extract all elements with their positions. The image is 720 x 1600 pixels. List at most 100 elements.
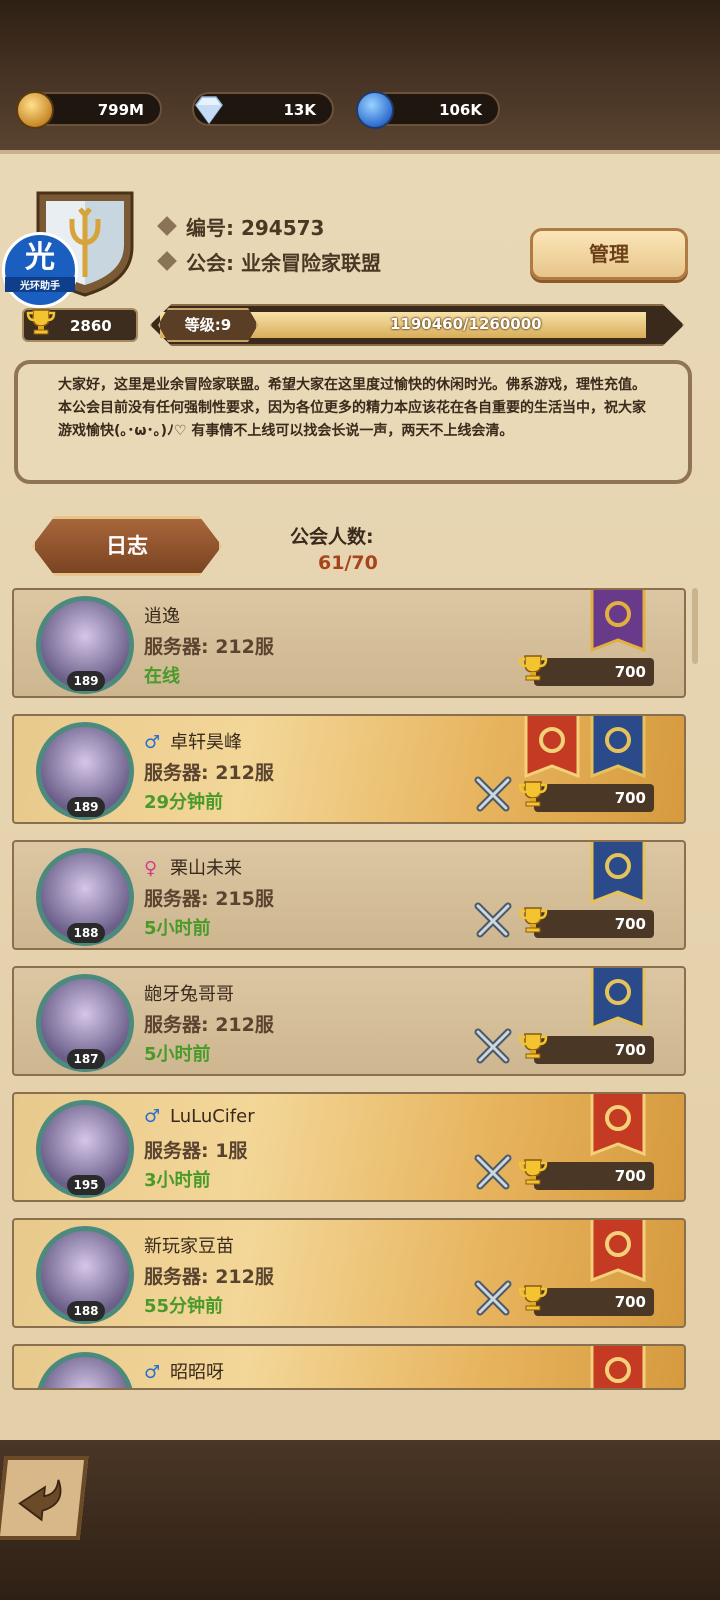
back-arrow-icon [18, 1479, 62, 1522]
member-name: ♂ 昭昭呀 [144, 1362, 224, 1383]
manage-button[interactable]: 管理 [530, 228, 688, 280]
member-trophy-box: 700 [518, 907, 654, 938]
guild-level-bar: 等级:9 1190460/1260000 [150, 304, 684, 346]
member-card[interactable]: 189 逍逸 服务器: 212服 在线 700 [12, 588, 686, 698]
gold-coin-icon [16, 91, 54, 129]
diamond-resource[interactable]: 13K [192, 92, 334, 126]
scrollbar[interactable] [692, 588, 698, 664]
diamond-value: 13K [283, 101, 317, 119]
watermark-badge: 光 光环助手 [2, 232, 78, 308]
male-icon: ♂ [144, 1362, 161, 1383]
member-trophy-value: 700 [614, 1293, 646, 1311]
member-card[interactable]: 188 ♀ 栗山未来服务器: 215服 5小时前 700 [12, 840, 686, 950]
member-name: ♂ 卓轩昊峰 [144, 732, 242, 753]
member-trophy-value: 700 [614, 1167, 646, 1185]
crossed-swords-icon[interactable] [472, 900, 514, 942]
member-trophy-box: 700 [518, 1159, 654, 1190]
member-status: 3小时前 [144, 1170, 211, 1191]
member-card[interactable]: ♂ 昭昭呀 [12, 1344, 686, 1390]
member-trophy-box: 700 [518, 1285, 654, 1316]
member-trophy-box: 700 [518, 655, 654, 686]
member-count-label: 公会人数: [290, 526, 374, 548]
log-button[interactable]: 日志 [32, 516, 222, 576]
male-icon: ♂ [144, 732, 161, 753]
member-server: 服务器: 212服 [144, 762, 274, 784]
blue-banner-icon [590, 968, 646, 1031]
member-status: 在线 [144, 666, 180, 687]
member-avatar[interactable]: 188 [36, 1226, 134, 1324]
crossed-swords-icon[interactable] [472, 774, 514, 816]
guild-trophy-box: 2860 [22, 308, 138, 342]
member-server: 服务器: 212服 [144, 1014, 274, 1036]
member-level-badge: 188 [67, 923, 105, 943]
member-level-badge: 189 [67, 797, 105, 817]
member-level-badge: 187 [67, 1049, 105, 1069]
member-count-value: 61/70 [318, 552, 378, 574]
member-card[interactable]: 195 ♂ LuLuCifer 服务器: 1服 3小时前 700 [12, 1092, 686, 1202]
diamond-icon [195, 96, 223, 125]
guild-level-label: 等级:9 [158, 308, 258, 342]
member-trophy-box: 700 [518, 781, 654, 812]
member-level-badge: 195 [67, 1175, 105, 1195]
member-trophy-value: 700 [614, 915, 646, 933]
bullet-diamond-icon [157, 216, 177, 236]
member-trophy-value: 700 [614, 1041, 646, 1059]
guild-xp-text: 1190460/1260000 [390, 315, 542, 333]
trophy-icon [518, 655, 548, 681]
trophy-icon [518, 907, 548, 933]
member-avatar[interactable]: 189 [36, 596, 134, 694]
member-server: 服务器: 212服 [144, 1266, 274, 1288]
blue-banner-icon [590, 842, 646, 905]
member-status: 55分钟前 [144, 1296, 224, 1317]
member-avatar[interactable]: 188 [36, 848, 134, 946]
member-card[interactable]: 189 ♂ 卓轩昊峰服务器: 212服 29分钟前 700 [12, 714, 686, 824]
member-status: 29分钟前 [144, 792, 224, 813]
member-name: ♀ 栗山未来 [144, 858, 242, 879]
member-name: 新玩家豆苗 [144, 1236, 234, 1257]
member-server: 服务器: 215服 [144, 888, 274, 910]
orb-resource[interactable]: 106K [356, 91, 500, 129]
guild-name-label: 公会: [186, 251, 234, 275]
crossed-swords-icon[interactable] [472, 1026, 514, 1068]
member-avatar[interactable]: 187 [36, 974, 134, 1072]
guild-name-line: 公会: 业余冒险家联盟 [157, 247, 381, 276]
red-banner-icon [590, 1220, 646, 1283]
guild-name: 业余冒险家联盟 [240, 251, 381, 275]
member-avatar[interactable]: 195 [36, 1100, 134, 1198]
member-status: 5小时前 [144, 918, 211, 939]
member-level-badge: 189 [67, 671, 105, 691]
top-bar [0, 0, 720, 150]
guild-id-line: 编号: 294573 [157, 212, 324, 241]
watermark-logo: 光 [25, 240, 55, 275]
crossed-swords-icon[interactable] [472, 1152, 514, 1194]
member-avatar[interactable] [36, 1352, 134, 1388]
member-trophy-value: 700 [614, 789, 646, 807]
member-name: 逍逸 [144, 606, 180, 627]
bottom-bar [0, 1440, 720, 1600]
guild-notice: 大家好，这里是业余冒险家联盟。希望大家在这里度过愉快的休闲时光。佛系游戏，理性充… [14, 360, 692, 484]
trophy-icon [518, 1159, 548, 1185]
back-button[interactable] [0, 1456, 89, 1540]
crossed-swords-icon[interactable] [472, 1278, 514, 1320]
member-card[interactable]: 187 龅牙兔哥哥 服务器: 212服 5小时前 700 [12, 966, 686, 1076]
trophy-icon [26, 309, 56, 335]
member-avatar[interactable]: 189 [36, 722, 134, 820]
guild-trophy-value: 2860 [70, 317, 112, 335]
trophy-icon [518, 1285, 548, 1311]
male-icon: ♂ [144, 1106, 161, 1127]
red-banner-icon [524, 716, 580, 779]
blue-orb-icon [356, 91, 394, 129]
member-trophy-box: 700 [518, 1033, 654, 1064]
member-name: ♂ LuLuCifer [144, 1106, 255, 1127]
blue-banner-icon [590, 716, 646, 779]
member-trophy-value: 700 [614, 663, 646, 681]
member-server: 服务器: 1服 [144, 1140, 248, 1162]
red-banner-icon [590, 1094, 646, 1157]
member-name: 龅牙兔哥哥 [144, 984, 234, 1005]
member-card[interactable]: 188 新玩家豆苗服务器: 212服 55分钟前 700 [12, 1218, 686, 1328]
bullet-diamond-icon [157, 251, 177, 271]
trophy-icon [518, 781, 548, 807]
orb-value: 106K [439, 101, 482, 119]
gold-resource[interactable]: 799M [16, 91, 162, 129]
red-banner-icon [590, 1346, 646, 1388]
